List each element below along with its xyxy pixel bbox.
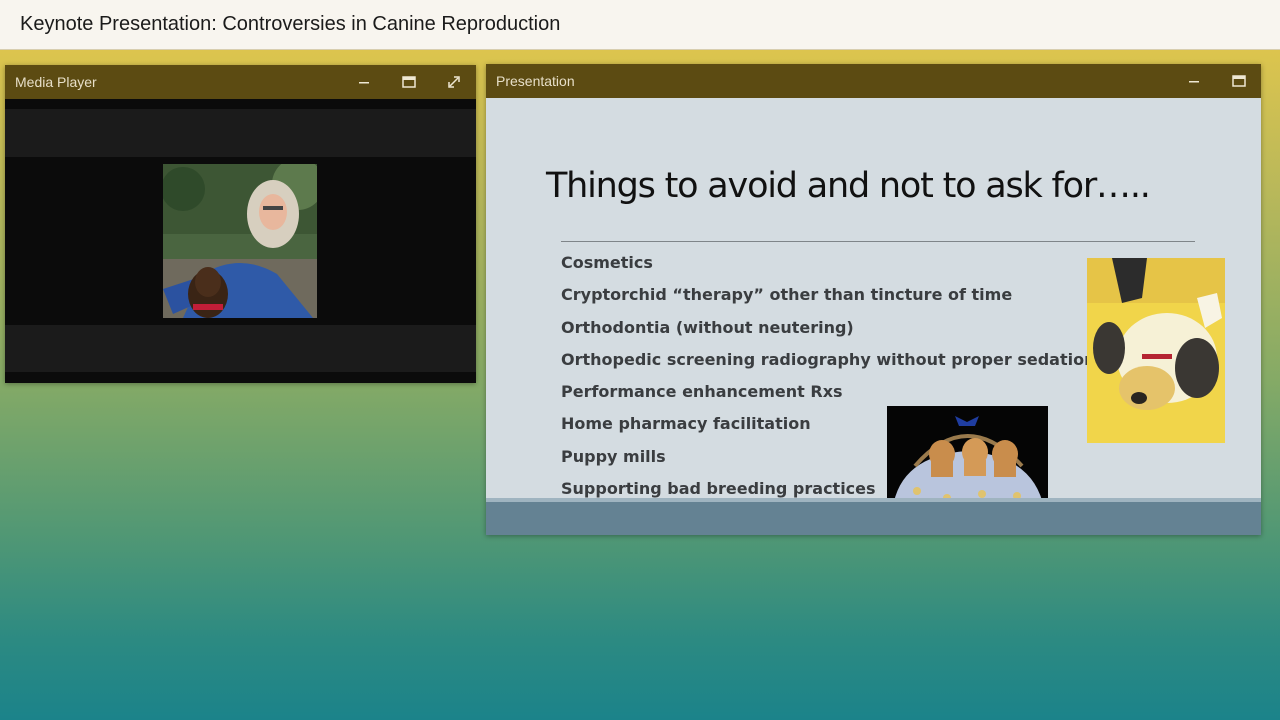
page-title: Keynote Presentation: Controversies in C… [20,13,561,35]
puppy-photo [1087,258,1225,443]
maximize-icon[interactable] [1216,64,1261,98]
slide-divider [561,241,1195,242]
presentation-window: Presentation Things to avoid and not to … [486,64,1261,535]
puppy-photo-image [1087,258,1225,443]
presentation-title: Presentation [496,73,575,89]
list-item: Cryptorchid “therapy” other than tinctur… [561,285,1013,305]
video-area[interactable] [5,99,476,383]
maximize-icon[interactable] [386,65,431,99]
presentation-titlebar[interactable]: Presentation [486,64,1261,98]
video-letterbox-bottom [5,325,476,372]
list-item: Orthodontia (without neutering) [561,317,854,337]
minimize-icon[interactable] [341,65,386,99]
slide-footer [486,502,1261,535]
media-player-window: Media Player [5,65,476,383]
speaker-video-image [163,164,317,318]
fullscreen-icon[interactable] [431,65,476,99]
slide[interactable]: Things to avoid and not to ask for….. Co… [486,98,1261,535]
list-item: Orthopedic screening radiography without… [561,349,1096,369]
video-letterbox-top [5,109,476,157]
media-player-title: Media Player [15,74,97,90]
minimize-icon[interactable] [1171,64,1216,98]
list-item: Cosmetics [561,253,653,272]
slide-heading: Things to avoid and not to ask for….. [546,166,1151,206]
top-bar: Keynote Presentation: Controversies in C… [0,0,1280,50]
speaker-video [163,164,317,318]
media-player-titlebar[interactable]: Media Player [5,65,476,99]
